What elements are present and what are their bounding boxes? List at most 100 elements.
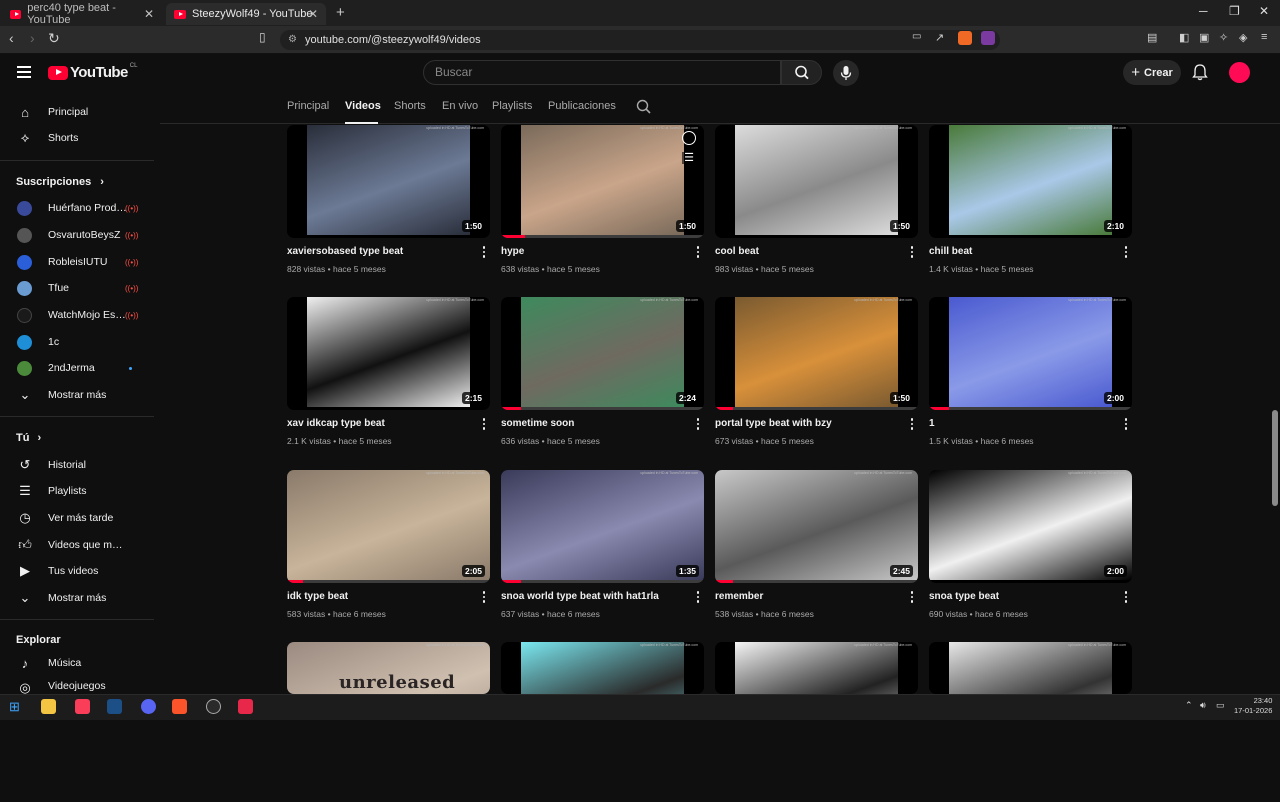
sidebar-panel-icon[interactable]: ▤ xyxy=(1147,31,1157,44)
tray-chevron-icon[interactable]: ⌃ xyxy=(1185,700,1193,711)
more-actions-icon[interactable] xyxy=(908,417,916,431)
video-card[interactable]: uploaded in HD at TunesToTube.com 1:50 coo… xyxy=(715,125,919,285)
sidebar-item-your-videos[interactable]: ▶ Tus videos xyxy=(0,558,154,584)
more-actions-icon[interactable] xyxy=(1122,417,1130,431)
search-button[interactable] xyxy=(781,60,822,85)
video-thumbnail[interactable]: uploaded in HD at TunesToTube.com 2:00 xyxy=(929,297,1132,410)
more-actions-icon[interactable] xyxy=(694,590,702,604)
tab-principal[interactable]: Principal xyxy=(287,100,329,112)
sidebar-subscription[interactable]: OsvarutoBeysZ ((•)) xyxy=(0,222,154,248)
video-thumbnail[interactable]: uploaded in HD at TunesToTube.com 2:10 xyxy=(929,125,1132,238)
video-thumbnail[interactable]: uploaded in HD at TunesToTube.com 2:24 xyxy=(501,297,704,410)
video-thumbnail[interactable]: uploaded in HD at TunesToTube.com 1:50 xyxy=(287,125,490,238)
video-title[interactable]: snoa type beat xyxy=(929,591,999,602)
file-explorer-icon[interactable] xyxy=(41,699,56,714)
more-actions-icon[interactable] xyxy=(480,590,488,604)
notifications-bell-icon[interactable] xyxy=(1192,63,1208,81)
back-icon[interactable]: ‹ xyxy=(9,30,14,46)
video-title[interactable]: 1 xyxy=(929,418,935,429)
forward-icon[interactable]: › xyxy=(30,30,35,46)
video-thumbnail[interactable]: uploaded in HD at TunesToTube.com 2:45 xyxy=(715,470,918,583)
share-icon[interactable]: ↗ xyxy=(935,31,944,44)
video-card[interactable]: uploaded in HD at TunesToTube.com 2:00 1 1.… xyxy=(929,297,1133,457)
add-to-queue-icon[interactable]: ☰ xyxy=(682,152,696,164)
sidebar-item-gaming[interactable]: ◎ Videojuegos xyxy=(0,677,154,694)
bookmark-icon[interactable]: ▯ xyxy=(259,30,266,44)
video-thumbnail[interactable]: uploaded in HD at TunesToTube.com 1:35 xyxy=(501,470,704,583)
more-actions-icon[interactable] xyxy=(1122,245,1130,259)
vpn-icon[interactable]: ◈ xyxy=(1239,31,1247,44)
sidebar-subscription[interactable]: 1c xyxy=(0,329,154,355)
brave-rewards-icon[interactable] xyxy=(981,31,995,45)
video-card[interactable]: uploaded in HD at TunesToTube.com 1:50 hyp… xyxy=(501,125,705,285)
sidebar-item-principal[interactable]: ⌂ Principal xyxy=(0,99,154,125)
obs-icon[interactable] xyxy=(206,699,221,714)
tab-playlists[interactable]: Playlists xyxy=(492,100,532,112)
sidebar-item-liked-videos[interactable]: 👍︎ Videos que me gus... xyxy=(0,532,154,558)
close-tab-icon[interactable]: ✕ xyxy=(308,7,318,21)
sidebar-subscription[interactable]: RobleisIUTU ((•)) xyxy=(0,249,154,275)
steam-icon[interactable] xyxy=(107,699,122,714)
search-input[interactable]: Buscar xyxy=(423,60,781,85)
leo-ai-icon[interactable]: ✧ xyxy=(1219,31,1228,44)
video-thumbnail[interactable]: uploaded in HD at TunesToTube.com 2:05 xyxy=(287,470,490,583)
video-thumbnail[interactable]: uploaded in HD at TunesToTube.com xyxy=(715,642,918,694)
sidebar-item-playlists[interactable]: ☰ Playlists xyxy=(0,478,154,504)
tab-videos[interactable]: Videos xyxy=(345,100,381,112)
menu-icon[interactable] xyxy=(17,66,31,78)
tab-publicaciones[interactable]: Publicaciones xyxy=(548,100,616,112)
youtube-logo[interactable]: YouTube CL xyxy=(48,63,137,81)
video-title[interactable]: sometime soon xyxy=(501,418,574,429)
video-title[interactable]: remember xyxy=(715,591,763,602)
more-actions-icon[interactable] xyxy=(908,590,916,604)
sidebar-subscription[interactable]: 2ndJerma xyxy=(0,355,154,381)
discord-icon[interactable] xyxy=(141,699,156,714)
video-thumbnail[interactable]: uploaded in HD at TunesToTube.com xyxy=(501,642,704,694)
wallet-icon[interactable]: ▣ xyxy=(1199,31,1209,44)
channel-search-icon[interactable] xyxy=(636,99,652,115)
site-info-icon[interactable]: ⚙ xyxy=(288,30,297,50)
video-title[interactable]: xaviersobased type beat xyxy=(287,246,403,257)
video-card[interactable]: uploaded in HD at TunesToTube.com xyxy=(715,642,919,802)
more-actions-icon[interactable] xyxy=(694,417,702,431)
video-thumbnail[interactable]: uploaded in HD at TunesToTube.com unrelea… xyxy=(287,642,490,694)
video-card[interactable]: uploaded in HD at TunesToTube.com xyxy=(929,642,1133,802)
minimize-icon[interactable]: ─ xyxy=(1199,4,1208,18)
cast-icon[interactable]: ▭ xyxy=(912,31,921,42)
video-title[interactable]: chill beat xyxy=(929,246,972,257)
video-card[interactable]: uploaded in HD at TunesToTube.com xyxy=(501,642,705,802)
sidebar-item-shorts[interactable]: ⟡ Shorts xyxy=(0,125,154,151)
account-avatar[interactable] xyxy=(1229,62,1250,83)
close-window-icon[interactable]: ✕ xyxy=(1259,4,1269,18)
brave-browser-icon[interactable] xyxy=(172,699,187,714)
sidebar-item-watch-later[interactable]: ◷ Ver más tarde xyxy=(0,505,154,531)
sidebar-item-music[interactable]: ♪ Música xyxy=(0,650,154,676)
close-tab-icon[interactable]: ✕ xyxy=(144,7,154,21)
vivaldi-icon[interactable] xyxy=(238,699,253,714)
create-button[interactable]: + Crear xyxy=(1123,60,1181,85)
more-actions-icon[interactable] xyxy=(1122,590,1130,604)
you-heading[interactable]: Tú › xyxy=(16,432,41,444)
video-thumbnail[interactable]: uploaded in HD at TunesToTube.com 2:15 xyxy=(287,297,490,410)
windows-start-icon[interactable]: ⊞ xyxy=(9,699,24,714)
new-tab-icon[interactable]: + xyxy=(336,4,345,21)
speaker-icon[interactable]: 🔊︎ xyxy=(1200,700,1206,711)
video-card[interactable]: uploaded in HD at TunesToTube.com 2:00 sno… xyxy=(929,470,1133,630)
browser-tab-1[interactable]: perc40 type beat - YouTube ✕ xyxy=(2,2,162,26)
video-card[interactable]: uploaded in HD at TunesToTube.com 2:05 idk… xyxy=(287,470,491,630)
video-thumbnail[interactable]: uploaded in HD at TunesToTube.com 2:00 xyxy=(929,470,1132,583)
more-actions-icon[interactable] xyxy=(694,245,702,259)
reload-icon[interactable]: ↻ xyxy=(48,30,60,47)
page-scrollbar[interactable] xyxy=(1272,410,1278,506)
browser-menu-icon[interactable]: ≡ xyxy=(1261,31,1267,43)
url-bar[interactable]: ⚙ youtube.com/@steezywolf49/videos xyxy=(280,30,1000,50)
video-title[interactable]: hype xyxy=(501,246,524,257)
sidebar-subscription[interactable]: Huérfano Produc... ((•)) xyxy=(0,195,154,221)
tab-en-vivo[interactable]: En vivo xyxy=(442,100,478,112)
system-clock[interactable]: 23:40 17-01-2026 xyxy=(1234,696,1272,716)
video-card[interactable]: uploaded in HD at TunesToTube.com 2:10 chi… xyxy=(929,125,1133,285)
video-card[interactable]: uploaded in HD at TunesToTube.com 2:15 xav… xyxy=(287,297,491,457)
video-thumbnail[interactable]: uploaded in HD at TunesToTube.com 1:50 xyxy=(715,125,918,238)
video-title[interactable]: xav idkcap type beat xyxy=(287,418,385,429)
video-title[interactable]: idk type beat xyxy=(287,591,348,602)
